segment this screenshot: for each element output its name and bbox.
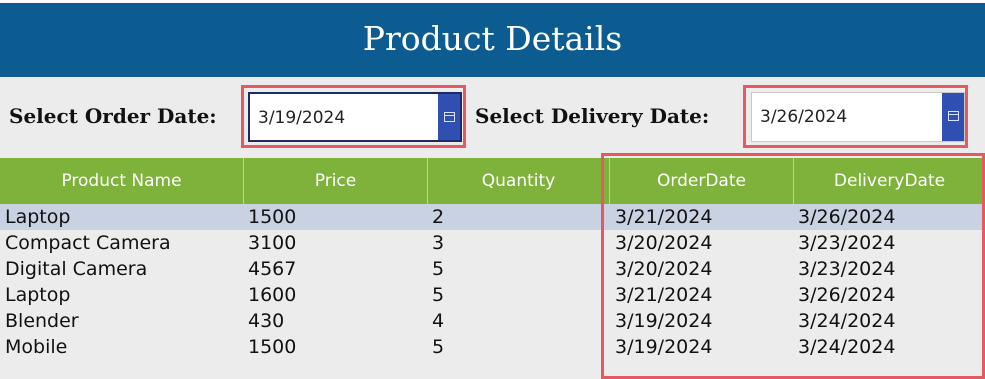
order-date-picker[interactable]: 3/19/2024 [248, 92, 462, 142]
column-header-price[interactable]: Price [244, 158, 428, 204]
cell-product-name: Mobile [5, 336, 68, 358]
cell-quantity: 3 [432, 232, 445, 254]
cell-price: 1600 [248, 284, 297, 306]
cell-product-name: Blender [5, 310, 79, 332]
column-header-product-name[interactable]: Product Name [0, 158, 244, 204]
calendar-icon [444, 112, 455, 122]
delivery-date-value: 3/26/2024 [760, 107, 848, 127]
cell-price: 430 [248, 310, 285, 332]
cell-quantity: 5 [432, 284, 445, 306]
order-date-value: 3/19/2024 [258, 108, 346, 128]
delivery-date-picker[interactable]: 3/26/2024 [751, 92, 965, 142]
cell-product-name: Compact Camera [5, 232, 171, 254]
order-date-calendar-button[interactable] [438, 94, 460, 140]
order-date-label: Select Order Date: [9, 104, 217, 128]
cell-quantity: 5 [432, 258, 445, 280]
cell-quantity: 4 [432, 310, 445, 332]
cell-quantity: 2 [432, 206, 445, 228]
cell-price: 4567 [248, 258, 297, 280]
date-columns-highlight [601, 153, 985, 379]
title-bar: Product Details [0, 0, 985, 77]
cell-product-name: Laptop [5, 284, 71, 306]
page-title: Product Details [362, 19, 623, 58]
cell-product-name: Laptop [5, 206, 71, 228]
column-header-quantity[interactable]: Quantity [428, 158, 610, 204]
cell-price: 3100 [248, 232, 297, 254]
cell-product-name: Digital Camera [5, 258, 148, 280]
delivery-date-calendar-button[interactable] [942, 93, 964, 141]
cell-price: 1500 [248, 336, 297, 358]
calendar-icon [948, 111, 959, 121]
cell-price: 1500 [248, 206, 297, 228]
delivery-date-label: Select Delivery Date: [475, 104, 710, 128]
cell-quantity: 5 [432, 336, 445, 358]
